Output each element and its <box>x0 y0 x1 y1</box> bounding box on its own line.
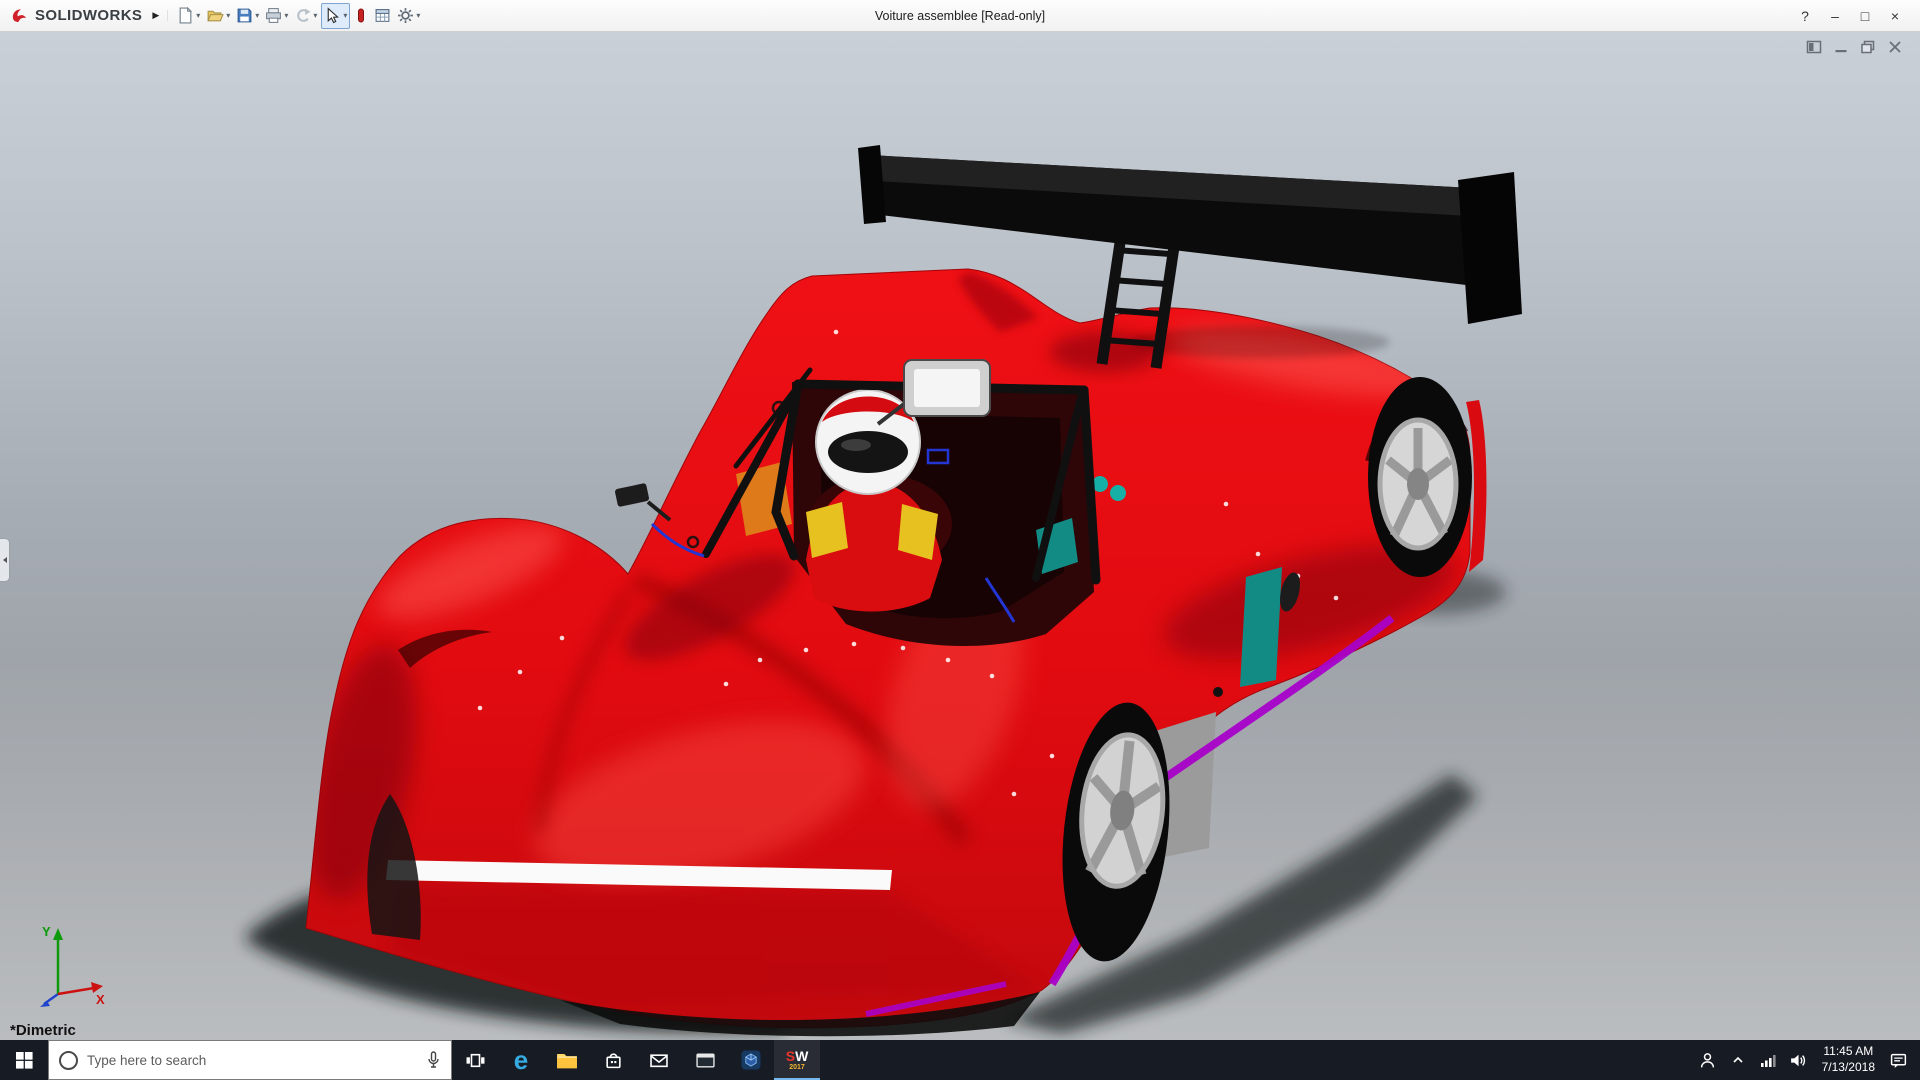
print-icon <box>265 7 282 24</box>
minimize-doc-icon[interactable] <box>1832 38 1850 56</box>
print-button[interactable]: ▾ <box>263 3 290 29</box>
driver-suit-yellow <box>806 502 848 558</box>
window-title: Voiture assemblee [Read-only] <box>875 9 1045 23</box>
new-document-button[interactable]: ▾ <box>175 3 202 29</box>
microphone-icon[interactable] <box>426 1051 441 1069</box>
triad-x-label: X <box>96 992 105 1007</box>
feature-panel-collapsed-tab[interactable] <box>0 538 10 582</box>
dropdown-arrow-icon[interactable]: ▾ <box>255 11 259 20</box>
select-arrow-icon <box>324 7 341 24</box>
store-button[interactable] <box>590 1040 636 1080</box>
task-view-icon <box>466 1052 485 1069</box>
open-button[interactable]: ▾ <box>204 3 232 29</box>
mail-icon <box>649 1052 669 1069</box>
start-button[interactable] <box>0 1040 48 1080</box>
windows-taskbar: Type here to search e <box>0 1040 1920 1080</box>
volume-icon <box>1789 1052 1806 1069</box>
help-button[interactable]: ? <box>1790 8 1820 24</box>
file-explorer-icon <box>556 1051 578 1069</box>
network-button[interactable] <box>1753 1040 1783 1080</box>
open-icon <box>206 7 224 24</box>
command-prompt-icon <box>696 1052 715 1069</box>
edrawings-icon <box>741 1050 761 1070</box>
restore-doc-icon[interactable] <box>1859 38 1877 56</box>
taskbar-clock[interactable]: 11:45 AM 7/13/2018 <box>1813 1044 1884 1075</box>
hidden-icons-chevron-icon <box>1731 1053 1745 1067</box>
left-mirror[interactable] <box>614 483 670 520</box>
solidworks-logo: SOLIDWORKS <box>0 6 150 26</box>
people-button[interactable] <box>1693 1040 1723 1080</box>
file-explorer-button[interactable] <box>544 1040 590 1080</box>
save-button[interactable]: ▾ <box>234 3 261 29</box>
action-center-icon <box>1890 1052 1908 1069</box>
titlebar: SOLIDWORKS ▶ ▾ ▾ ▾ ▾ <box>0 0 1920 32</box>
mail-button[interactable] <box>636 1040 682 1080</box>
select-tool-button[interactable]: ▾ <box>321 3 350 29</box>
network-icon <box>1760 1052 1776 1068</box>
brand-name: SOLIDWORKS <box>35 7 142 24</box>
options-gear-icon <box>397 7 414 24</box>
teal-side-panel[interactable] <box>1240 567 1282 687</box>
dropdown-arrow-icon[interactable]: ▾ <box>196 11 200 20</box>
triad-y-label: Y <box>42 924 51 939</box>
orientation-triad[interactable]: Y X <box>14 918 110 1014</box>
minimize-button[interactable]: – <box>1820 8 1850 24</box>
side-fastener <box>1213 687 1223 697</box>
clock-time: 11:45 AM <box>1822 1044 1875 1060</box>
dropdown-arrow-icon[interactable]: ▾ <box>313 11 317 20</box>
search-placeholder: Type here to search <box>87 1053 417 1068</box>
dock-pane-icon[interactable] <box>1805 38 1823 56</box>
document-window-controls <box>1805 38 1904 56</box>
maximize-button[interactable]: □ <box>1850 8 1880 24</box>
volume-button[interactable] <box>1783 1040 1813 1080</box>
design-table-button[interactable] <box>372 3 393 29</box>
dropdown-arrow-icon[interactable]: ▾ <box>343 11 347 20</box>
solidworks-swirl-icon <box>10 6 30 26</box>
options-button[interactable]: ▾ <box>395 3 422 29</box>
system-tray: 11:45 AM 7/13/2018 <box>1693 1040 1920 1080</box>
action-center-button[interactable] <box>1884 1040 1914 1080</box>
edge-button[interactable]: e <box>498 1040 544 1080</box>
cortana-circle-icon <box>59 1051 78 1070</box>
hidden-icons-button[interactable] <box>1723 1040 1753 1080</box>
dropdown-arrow-icon[interactable]: ▾ <box>416 11 420 20</box>
start-icon <box>16 1052 33 1069</box>
helmet-visor <box>828 431 908 473</box>
race-car-model[interactable] <box>0 32 1920 1040</box>
close-doc-icon[interactable] <box>1886 38 1904 56</box>
task-view-button[interactable] <box>452 1040 498 1080</box>
undo-button[interactable]: ▾ <box>292 3 319 29</box>
edge-icon: e <box>514 1047 528 1073</box>
edrawings-button[interactable] <box>728 1040 774 1080</box>
view-orientation-label: *Dimetric <box>10 1022 76 1039</box>
new-document-icon <box>177 7 194 24</box>
dropdown-arrow-icon[interactable]: ▾ <box>226 11 230 20</box>
store-icon <box>604 1051 623 1070</box>
material-icon <box>354 7 368 24</box>
clock-date: 7/13/2018 <box>1822 1060 1875 1076</box>
graphics-viewport[interactable]: Y X *Dimetric <box>0 32 1920 1040</box>
solidworks-2017-icon: SW 2017 <box>786 1049 809 1071</box>
taskbar-search-input[interactable]: Type here to search <box>48 1040 452 1080</box>
people-icon <box>1699 1052 1716 1069</box>
save-icon <box>236 7 253 24</box>
teal-knob <box>1110 485 1126 501</box>
material-button[interactable] <box>352 3 370 29</box>
menu-flyout-arrow-icon[interactable]: ▶ <box>150 10 168 21</box>
command-prompt-button[interactable] <box>682 1040 728 1080</box>
design-table-icon <box>374 7 391 24</box>
dropdown-arrow-icon[interactable]: ▾ <box>284 11 288 20</box>
undo-icon <box>294 7 311 24</box>
driver-suit-yellow <box>898 504 938 560</box>
solidworks-2017-button[interactable]: SW 2017 <box>774 1040 820 1080</box>
close-button[interactable]: × <box>1880 8 1910 24</box>
